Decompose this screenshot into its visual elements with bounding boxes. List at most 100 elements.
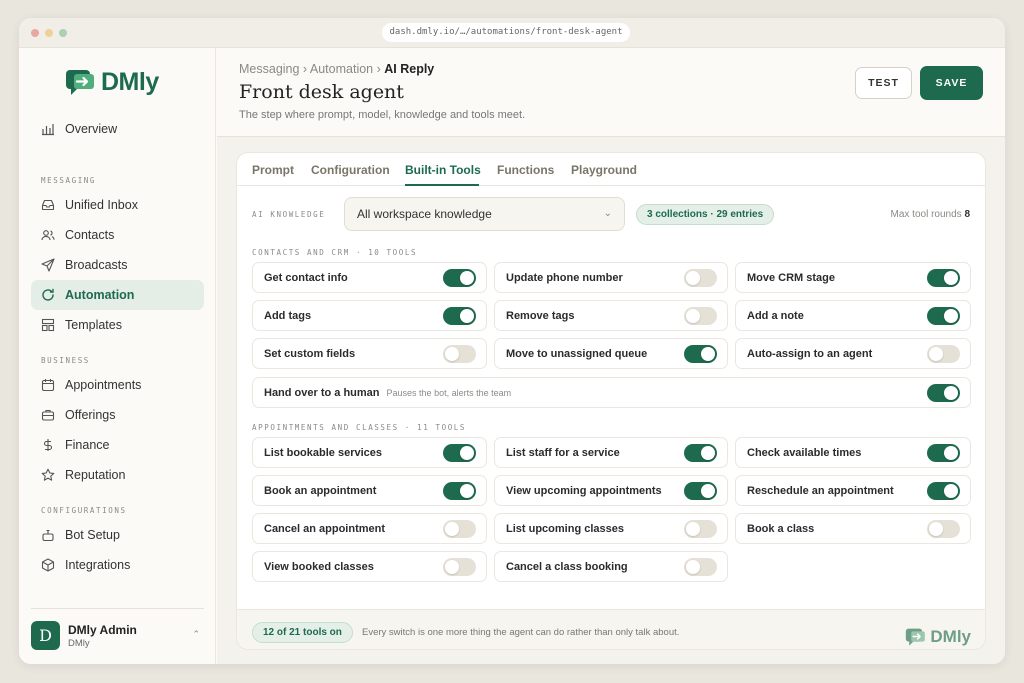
tool-toggle[interactable] bbox=[927, 520, 960, 538]
maximize-dot[interactable] bbox=[59, 29, 67, 37]
tool-toggle[interactable] bbox=[443, 307, 476, 325]
knowledge-select-value: All workspace knowledge bbox=[357, 207, 492, 221]
logo-icon bbox=[906, 628, 926, 646]
tool-row: Cancel a class booking bbox=[494, 551, 728, 582]
sidebar-item-appointments[interactable]: Appointments bbox=[31, 370, 204, 400]
tool-toggle[interactable] bbox=[443, 558, 476, 576]
sidebar-item-label: Templates bbox=[65, 318, 122, 332]
sidebar-item-finance[interactable]: Finance bbox=[31, 430, 204, 460]
cube-icon bbox=[41, 558, 55, 572]
tool-toggle[interactable] bbox=[443, 345, 476, 363]
tool-row: Hand over to a human Pauses the bot, ale… bbox=[252, 377, 971, 408]
close-dot[interactable] bbox=[31, 29, 39, 37]
tool-toggle[interactable] bbox=[443, 269, 476, 287]
tool-toggle[interactable] bbox=[684, 558, 717, 576]
tab-functions[interactable]: Functions bbox=[497, 163, 554, 177]
refresh-icon bbox=[42, 288, 54, 301]
tool-row: Add a note bbox=[735, 300, 971, 331]
knowledge-select[interactable]: All workspace knowledge ⌄ bbox=[344, 197, 625, 231]
max-tool-rounds-value[interactable]: 8 bbox=[964, 209, 970, 220]
sidebar-item-unified-inbox[interactable]: Unified Inbox bbox=[31, 190, 204, 220]
tool-toggle[interactable] bbox=[927, 345, 960, 363]
tool-toggle[interactable] bbox=[927, 384, 960, 402]
tool-row: Book a class bbox=[735, 513, 971, 544]
breadcrumb-current: AI Reply bbox=[384, 62, 435, 76]
sidebar-item-label: Integrations bbox=[65, 558, 131, 572]
breadcrumb: Messaging › Automation › AI Reply bbox=[239, 62, 434, 76]
tab-built-in-tools[interactable]: Built-in Tools bbox=[405, 163, 481, 177]
tool-label: Get contact info bbox=[264, 271, 348, 284]
main-content: Messaging › Automation › AI Reply Front … bbox=[217, 48, 1005, 664]
tool-label: View upcoming appointments bbox=[506, 484, 662, 497]
user-menu[interactable]: D DMly Admin DMly ⌃ bbox=[31, 608, 204, 650]
tool-label: Move to unassigned queue bbox=[506, 347, 648, 360]
tab-playground[interactable]: Playground bbox=[571, 163, 637, 177]
sidebar-item-offerings[interactable]: Offerings bbox=[31, 400, 204, 430]
layout-icon bbox=[41, 318, 55, 332]
tool-toggle[interactable] bbox=[684, 520, 717, 538]
chevron-down-icon: ⌄ bbox=[603, 208, 612, 219]
sidebar-item-automation[interactable]: Automation bbox=[31, 280, 204, 310]
tool-toggle[interactable] bbox=[684, 482, 717, 500]
tool-toggle[interactable] bbox=[443, 444, 476, 462]
sidebar-item-label: Broadcasts bbox=[65, 258, 128, 272]
sidebar-item-overview[interactable]: Overview bbox=[31, 114, 204, 144]
sidebar-item-broadcasts[interactable]: Broadcasts bbox=[31, 250, 204, 280]
dollar-icon bbox=[43, 439, 53, 451]
tool-toggle[interactable] bbox=[443, 482, 476, 500]
tool-row: Move to unassigned queue bbox=[494, 338, 728, 369]
brand-logo[interactable]: DMly bbox=[65, 68, 159, 97]
tool-row: List staff for a service bbox=[494, 437, 728, 468]
tool-toggle[interactable] bbox=[927, 482, 960, 500]
sidebar-item-bot-setup[interactable]: Bot Setup bbox=[31, 520, 204, 550]
footer-logo: DMly bbox=[905, 627, 971, 647]
sidebar-item-contacts[interactable]: Contacts bbox=[31, 220, 204, 250]
tool-label: List upcoming classes bbox=[506, 522, 624, 535]
tool-toggle[interactable] bbox=[684, 307, 717, 325]
tool-row: Add tags bbox=[252, 300, 487, 331]
tool-toggle[interactable] bbox=[684, 345, 717, 363]
tool-toggle[interactable] bbox=[684, 269, 717, 287]
calendar-icon bbox=[41, 379, 55, 392]
tool-row: List upcoming classes bbox=[494, 513, 728, 544]
address-bar[interactable]: dash.dmly.io/…/automations/front-desk-ag… bbox=[382, 23, 630, 42]
tool-toggle[interactable] bbox=[927, 444, 960, 462]
briefcase-icon bbox=[41, 409, 55, 421]
tool-label: Auto-assign to an agent bbox=[747, 347, 873, 360]
breadcrumb-automation[interactable]: Automation › bbox=[310, 62, 381, 76]
sidebar-item-label: Contacts bbox=[65, 228, 115, 242]
card-footer: 12 of 21 tools on Every switch is one mo… bbox=[237, 609, 985, 649]
breadcrumb-messaging[interactable]: Messaging › bbox=[239, 62, 307, 76]
footer-brand-name: DMly bbox=[930, 627, 971, 646]
tool-toggle[interactable] bbox=[927, 307, 960, 325]
group-title: CONTACTS AND CRM · 10 TOOLS bbox=[252, 248, 418, 257]
sidebar-section-title: BUSINESS bbox=[41, 356, 90, 365]
footer-note: Every switch is one more thing the agent… bbox=[362, 627, 680, 638]
tools-card: Prompt Configuration Built-in Tools Func… bbox=[236, 152, 986, 650]
tool-row: Auto-assign to an agent bbox=[735, 338, 971, 369]
sidebar-item-templates[interactable]: Templates bbox=[31, 310, 204, 340]
tool-toggle[interactable] bbox=[443, 520, 476, 538]
chevron-updown-icon[interactable]: ⌃ bbox=[192, 629, 200, 640]
sidebar-item-reputation[interactable]: Reputation bbox=[31, 460, 204, 490]
sidebar-item-integrations[interactable]: Integrations bbox=[31, 550, 204, 580]
window-controls bbox=[31, 29, 67, 37]
tool-toggle[interactable] bbox=[684, 444, 717, 462]
tool-description: Pauses the bot, alerts the team bbox=[386, 387, 512, 398]
tool-label: Cancel an appointment bbox=[264, 522, 386, 535]
max-tool-rounds-label: Max tool rounds bbox=[890, 209, 962, 220]
tab-bar: Prompt Configuration Built-in Tools Func… bbox=[237, 153, 985, 186]
tool-row: List bookable services bbox=[252, 437, 487, 468]
inbox-icon bbox=[41, 199, 55, 211]
tool-toggle[interactable] bbox=[927, 269, 960, 287]
logo-icon bbox=[66, 69, 94, 95]
minimize-dot[interactable] bbox=[45, 29, 53, 37]
tool-row: Set custom fields bbox=[252, 338, 487, 369]
test-button[interactable]: TEST bbox=[855, 67, 912, 99]
tab-configuration[interactable]: Configuration bbox=[311, 163, 390, 177]
tab-prompt[interactable]: Prompt bbox=[252, 163, 294, 177]
tool-label: List staff for a service bbox=[506, 446, 620, 459]
save-button[interactable]: SAVE bbox=[920, 66, 983, 100]
star-icon bbox=[41, 468, 55, 481]
tool-row: View upcoming appointments bbox=[494, 475, 728, 506]
